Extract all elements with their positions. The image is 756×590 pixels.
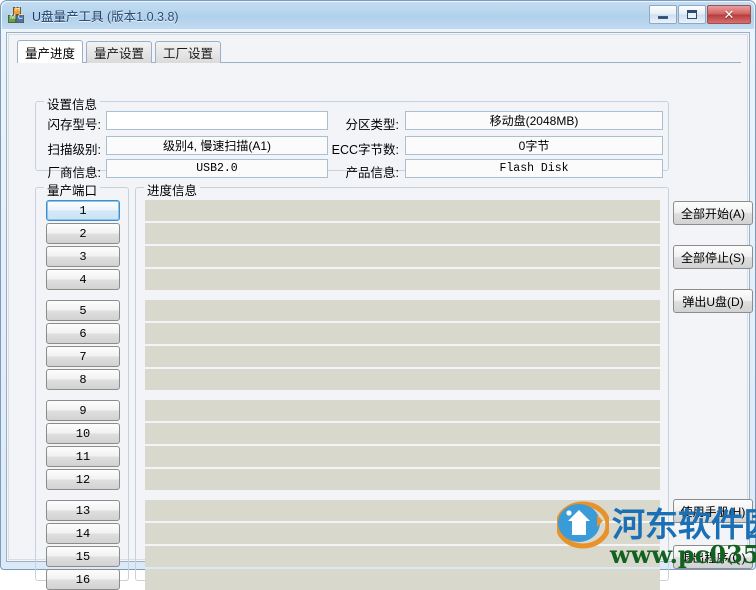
maximize-icon [687, 10, 697, 19]
dialog-client-area: 量产进度量产设置工厂设置 设置信息 量产端口 12345678910111213… [6, 32, 750, 562]
tab-1[interactable]: 量产进度 [17, 40, 83, 63]
settings-group-label: 设置信息 [44, 94, 100, 113]
port-button-1[interactable]: 1 [46, 200, 120, 221]
close-button[interactable]: ✕ [707, 5, 751, 24]
title-bar[interactable]: H M C U盘量产工具 (版本1.0.3.8) ✕ [2, 2, 754, 29]
minimize-icon [658, 16, 668, 19]
port-button-4[interactable]: 4 [46, 269, 120, 290]
port-button-14[interactable]: 14 [46, 523, 120, 544]
progress-bar-5 [145, 300, 660, 321]
port-button-8[interactable]: 8 [46, 369, 120, 390]
progress-bar-1 [145, 200, 660, 221]
progress-group-label: 进度信息 [144, 180, 200, 199]
settings-label-3: 厂商信息: [11, 162, 101, 181]
ports-group: 量产端口 12345678910111213141516 [35, 187, 129, 581]
progress-group: 进度信息 [135, 187, 669, 581]
exit-button[interactable]: 退出程序(Q) [673, 545, 753, 569]
settings-field-2[interactable]: 级别4, 慢速扫描(A1) [106, 136, 328, 155]
dialog-inner: 量产进度量产设置工厂设置 设置信息 量产端口 12345678910111213… [8, 34, 748, 560]
window-controls: ✕ [649, 5, 751, 24]
progress-bar-10 [145, 423, 660, 444]
settings-field-4[interactable]: 移动盘(2048MB) [405, 111, 663, 130]
progress-bar-3 [145, 246, 660, 267]
tab-3[interactable]: 工厂设置 [155, 41, 221, 63]
window-version: (版本1.0.3.8) [107, 10, 179, 24]
progress-bar-15 [145, 546, 660, 567]
settings-field-3[interactable]: USB2.0 [106, 159, 328, 178]
port-button-3[interactable]: 3 [46, 246, 120, 267]
eject-usb-button[interactable]: 弹出U盘(D) [673, 289, 753, 313]
progress-bar-16 [145, 569, 660, 590]
settings-field-1[interactable] [106, 111, 328, 130]
settings-label-5: ECC字节数: [309, 139, 399, 158]
port-button-9[interactable]: 9 [46, 400, 120, 421]
port-button-15[interactable]: 15 [46, 546, 120, 567]
settings-label-2: 扫描级别: [11, 139, 101, 158]
tab-2[interactable]: 量产设置 [86, 41, 152, 63]
port-button-5[interactable]: 5 [46, 300, 120, 321]
port-button-10[interactable]: 10 [46, 423, 120, 444]
port-button-12[interactable]: 12 [46, 469, 120, 490]
start-all-button[interactable]: 全部开始(A) [673, 201, 753, 225]
port-button-16[interactable]: 16 [46, 569, 120, 590]
minimize-button[interactable] [649, 5, 677, 24]
window-title-text: U盘量产工具 [32, 10, 104, 24]
progress-bar-6 [145, 323, 660, 344]
manual-button[interactable]: 使用手册(H) [673, 499, 753, 523]
port-button-7[interactable]: 7 [46, 346, 120, 367]
maximize-button[interactable] [678, 5, 706, 24]
port-button-13[interactable]: 13 [46, 500, 120, 521]
ports-group-label: 量产端口 [44, 180, 100, 199]
progress-bar-13 [145, 500, 660, 521]
progress-bar-4 [145, 269, 660, 290]
settings-field-5[interactable]: 0字节 [405, 136, 663, 155]
progress-bar-11 [145, 446, 660, 467]
progress-bar-7 [145, 346, 660, 367]
port-button-11[interactable]: 11 [46, 446, 120, 467]
window-title: U盘量产工具 (版本1.0.3.8) [32, 6, 179, 25]
settings-field-6[interactable]: Flash Disk [405, 159, 663, 178]
progress-bar-12 [145, 469, 660, 490]
settings-label-6: 产品信息: [309, 162, 399, 181]
progress-bar-2 [145, 223, 660, 244]
progress-bar-9 [145, 400, 660, 421]
close-icon: ✕ [724, 8, 735, 21]
application-window: H M C U盘量产工具 (版本1.0.3.8) ✕ 量产进度量产设置工厂设置 [0, 0, 756, 570]
settings-label-1: 闪存型号: [11, 114, 101, 133]
tab-strip: 量产进度量产设置工厂设置 [17, 41, 741, 63]
port-button-2[interactable]: 2 [46, 223, 120, 244]
stop-all-button[interactable]: 全部停止(S) [673, 245, 753, 269]
settings-label-4: 分区类型: [309, 114, 399, 133]
progress-bar-8 [145, 369, 660, 390]
progress-bar-14 [145, 523, 660, 544]
port-button-6[interactable]: 6 [46, 323, 120, 344]
blocks-icon: H M C [8, 7, 26, 25]
